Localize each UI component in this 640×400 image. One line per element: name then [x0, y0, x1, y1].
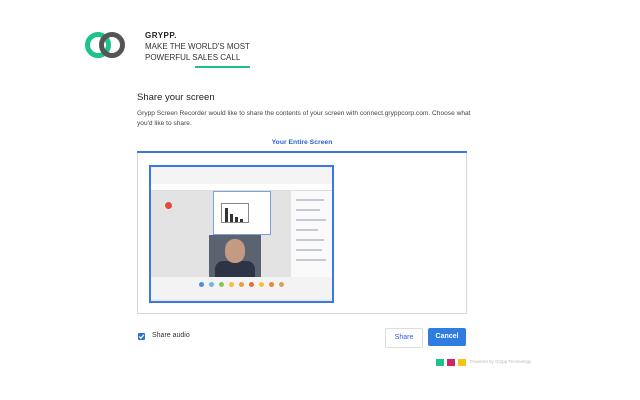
- grypp-logo: [84, 31, 126, 59]
- brand-underline: [195, 66, 250, 68]
- thumb-side-line: [296, 249, 322, 251]
- thumb-side-line: [296, 259, 326, 261]
- thumb-dock-icon: [209, 282, 214, 287]
- thumb-dock-icon: [279, 282, 284, 287]
- dialog-description: Grypp Screen Recorder would like to shar…: [137, 110, 471, 127]
- thumb-chart-bar: [230, 214, 233, 222]
- thumb-person-face: [225, 239, 245, 263]
- tab-entire-screen[interactable]: Your Entire Screen: [137, 139, 467, 146]
- footer-swatch-pink: [447, 359, 455, 366]
- thumb-side-line: [296, 209, 320, 211]
- brand-name: GRYPP.: [145, 31, 177, 40]
- thumb-chart-bar: [235, 217, 238, 222]
- thumb-dock-icon: [229, 282, 234, 287]
- thumb-dock: [151, 277, 332, 299]
- thumb-side-panel: [291, 191, 332, 277]
- thumb-chart-bar: [240, 219, 243, 222]
- share-audio-checkbox[interactable]: [138, 333, 145, 340]
- dialog-title: Share your screen: [137, 92, 215, 103]
- thumb-dock-icon: [249, 282, 254, 287]
- thumb-webcam-feed: [209, 235, 261, 277]
- share-audio-label: Share audio: [152, 332, 190, 339]
- thumb-dock-icon: [259, 282, 264, 287]
- brand-tagline-line2: POWERFUL SALES CALL: [145, 53, 241, 62]
- thumb-record-icon: [165, 202, 172, 209]
- thumb-side-line: [296, 199, 324, 201]
- brand-tagline-line1: MAKE THE WORLD'S MOST: [145, 42, 250, 51]
- thumb-dock-icon: [199, 282, 204, 287]
- footer-swatch-green: [436, 359, 444, 366]
- thumb-dock-icon: [219, 282, 224, 287]
- share-button[interactable]: Share: [385, 328, 423, 348]
- thumb-side-line: [296, 229, 318, 231]
- thumb-chart: [221, 203, 249, 223]
- thumb-chart-bar: [225, 208, 228, 222]
- screen-thumbnail[interactable]: [149, 165, 334, 303]
- thumb-side-line: [296, 239, 324, 241]
- footer-swatch-yellow: [458, 359, 466, 366]
- thumb-app-header: [151, 184, 332, 191]
- thumb-side-line: [296, 219, 326, 221]
- cancel-button[interactable]: Cancel: [428, 328, 466, 346]
- thumb-dock-icon: [239, 282, 244, 287]
- thumb-person-body: [215, 261, 255, 277]
- brand-tagline: MAKE THE WORLD'S MOST POWERFUL SALES CAL…: [145, 41, 275, 63]
- thumb-browser-toolbar: [151, 167, 332, 184]
- thumb-dock-icon: [269, 282, 274, 287]
- footer-text: Powered by Grypp Technology: [470, 359, 532, 364]
- checkmark-icon: [138, 334, 145, 340]
